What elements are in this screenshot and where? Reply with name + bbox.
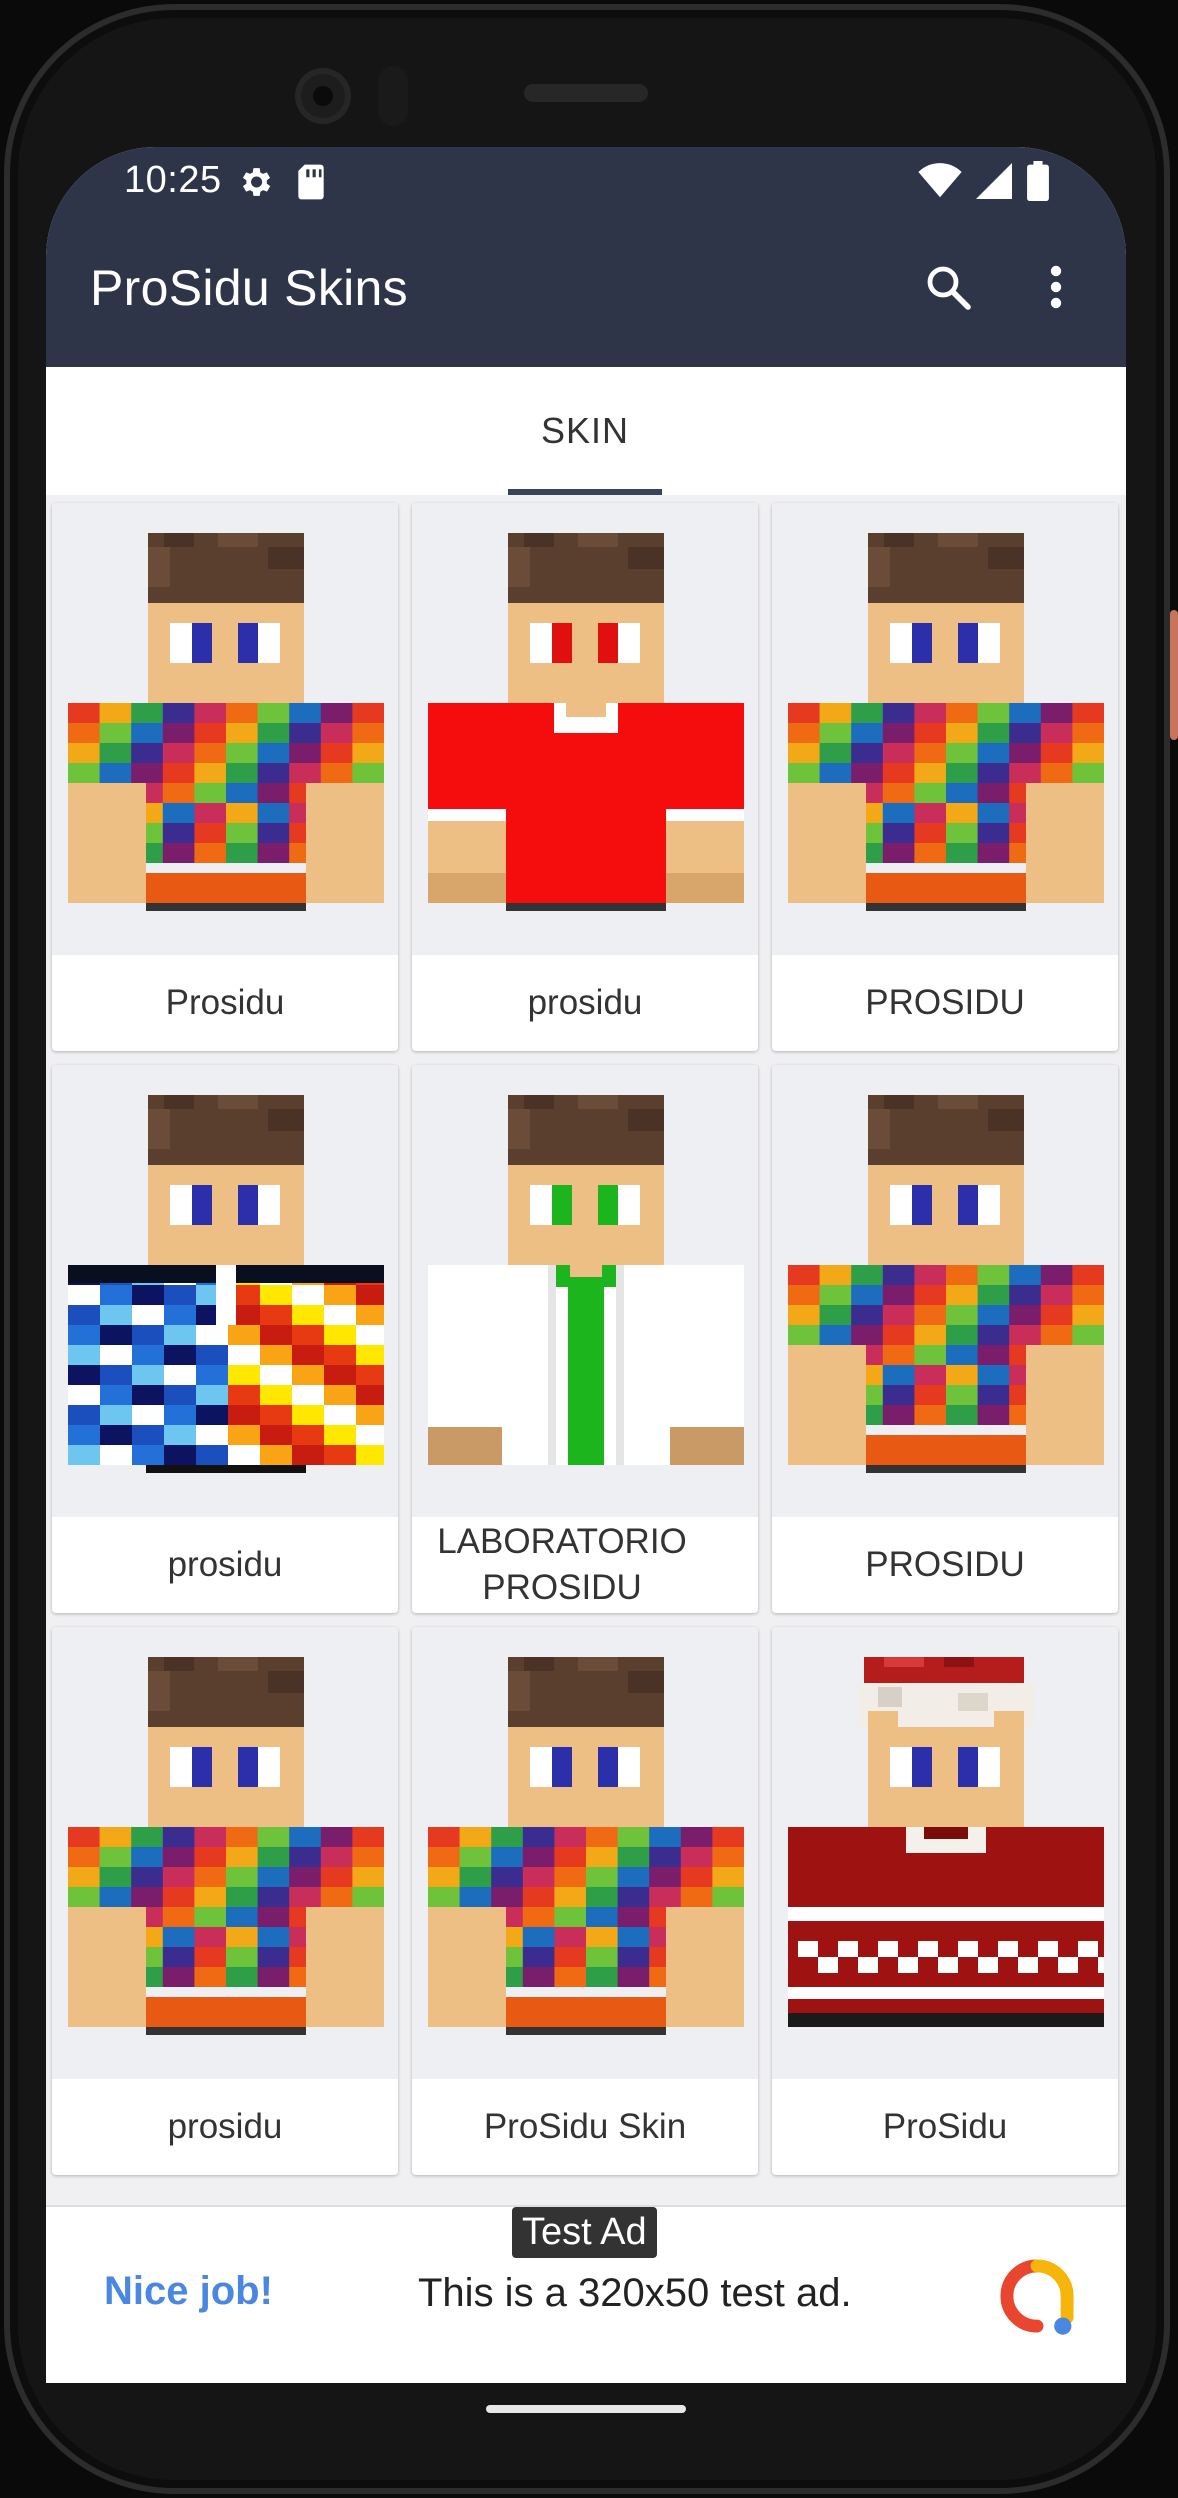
skin-thumbnail[interactable] bbox=[772, 1065, 1118, 1517]
skin-card[interactable]: prosidu bbox=[52, 1065, 398, 1613]
skin-card[interactable]: ProSidu Skin bbox=[412, 1627, 758, 2175]
cell-signal-icon bbox=[976, 163, 1012, 199]
status-icons-left bbox=[236, 163, 328, 201]
skin-thumbnail[interactable] bbox=[52, 503, 398, 955]
skin-label: ProSidu Skin bbox=[483, 2107, 687, 2146]
skin-preview-image bbox=[68, 1095, 384, 1473]
skin-card[interactable]: PROSIDU bbox=[772, 503, 1118, 1051]
skin-thumbnail[interactable] bbox=[412, 1065, 758, 1517]
skin-preview-image bbox=[788, 1095, 1104, 1473]
skin-grid: Prosidu prosidu PROSIDU prosidu LABORATORIO … bbox=[46, 495, 1126, 2205]
skin-thumbnail[interactable] bbox=[772, 1627, 1118, 2079]
sd-card-icon bbox=[298, 164, 324, 200]
proximity-sensor bbox=[378, 66, 408, 126]
skin-thumbnail[interactable] bbox=[412, 1627, 758, 2079]
search-button[interactable] bbox=[918, 257, 978, 317]
app-bar: 10:25 ProSidu Skins bbox=[46, 147, 1126, 367]
skin-label: prosidu bbox=[167, 1545, 283, 1584]
skin-preview-image bbox=[68, 533, 384, 911]
status-icons-right bbox=[918, 161, 1050, 201]
status-time: 10:25 bbox=[124, 159, 222, 201]
skin-thumbnail[interactable] bbox=[412, 503, 758, 955]
ad-banner[interactable]: Test Ad Nice job! This is a 320x50 test … bbox=[46, 2205, 1126, 2383]
power-button bbox=[1170, 610, 1178, 740]
skin-label: Prosidu bbox=[165, 983, 285, 1022]
skin-label: PROSIDU bbox=[865, 1545, 1025, 1584]
overflow-menu-button[interactable] bbox=[1036, 257, 1076, 317]
skin-card[interactable]: prosidu bbox=[412, 503, 758, 1051]
skin-card[interactable]: prosidu bbox=[52, 1627, 398, 2175]
ad-title[interactable]: Nice job! bbox=[104, 2269, 273, 2314]
screen: 10:25 ProSidu Skins SKIN Prosidu prosidu P… bbox=[46, 147, 1126, 2383]
skin-preview-image bbox=[68, 1657, 384, 2035]
skin-thumbnail[interactable] bbox=[772, 503, 1118, 955]
skin-preview-image bbox=[428, 533, 744, 911]
home-indicator[interactable] bbox=[486, 2405, 686, 2413]
ad-choices-logo-icon bbox=[1000, 2259, 1074, 2335]
skin-preview-image bbox=[428, 1095, 744, 1465]
skin-card[interactable]: ProSidu bbox=[772, 1627, 1118, 2175]
skin-preview-image bbox=[428, 1657, 744, 2035]
earpiece-speaker bbox=[524, 84, 648, 102]
more-vert-icon bbox=[1050, 265, 1062, 309]
skin-card[interactable]: LABORATORIO PROSIDU bbox=[412, 1065, 758, 1613]
battery-icon bbox=[1027, 161, 1049, 201]
skin-card[interactable]: Prosidu bbox=[52, 503, 398, 1051]
tab-skin[interactable]: SKIN bbox=[508, 367, 662, 495]
skin-label: LABORATORIO PROSIDU bbox=[437, 1522, 687, 1607]
skin-label: prosidu bbox=[527, 983, 643, 1022]
skin-preview-image bbox=[788, 1657, 1104, 2027]
search-icon bbox=[927, 266, 971, 310]
skin-thumbnail[interactable] bbox=[52, 1065, 398, 1517]
skin-preview-image bbox=[788, 533, 1104, 911]
skin-label: PROSIDU bbox=[865, 983, 1025, 1022]
app-title: ProSidu Skins bbox=[90, 260, 408, 316]
skin-label: prosidu bbox=[167, 2107, 283, 2146]
front-camera bbox=[295, 68, 351, 124]
settings-icon bbox=[242, 168, 271, 196]
ad-body: This is a 320x50 test ad. bbox=[418, 2271, 852, 2315]
wifi-icon bbox=[918, 163, 962, 198]
skin-thumbnail[interactable] bbox=[52, 1627, 398, 2079]
skin-card[interactable]: PROSIDU bbox=[772, 1065, 1118, 1613]
ad-tag: Test Ad bbox=[512, 2207, 657, 2258]
tab-bar: SKIN bbox=[46, 367, 1126, 495]
skin-label: ProSidu bbox=[882, 2107, 1008, 2146]
